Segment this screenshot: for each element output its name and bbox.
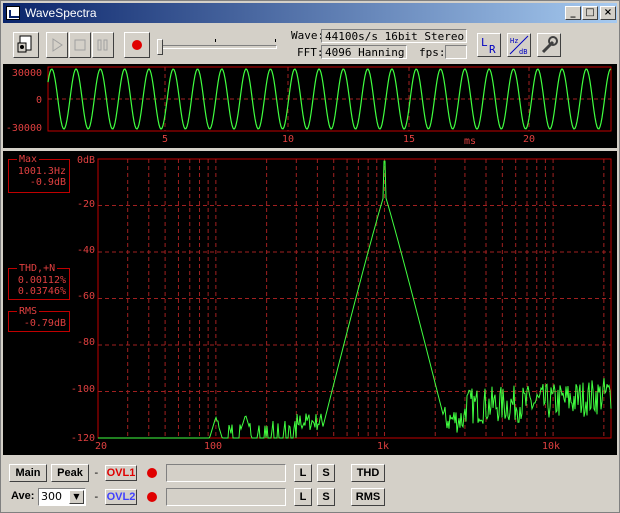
spec-x-tick: 10k [542,441,560,452]
record-icon [132,40,142,50]
spec-y-tick: -120 [71,433,95,444]
ovl1-dash: - [93,466,100,479]
lr-channel-button[interactable]: L R [477,33,501,57]
max-level: -0.9dB [29,177,66,188]
max-frequency: 1001.3Hz [17,166,66,177]
waveform-panel: 30000 0 -30000 5 10 15 20 ms [3,64,617,148]
spec-y-tick: 0dB [77,155,95,166]
rms-button[interactable]: RMS [351,488,385,506]
spec-y-tick: -40 [77,245,95,256]
play-button[interactable] [46,32,68,58]
ovl1-s-button[interactable]: S [317,464,335,482]
hz-db-icon: Hz dB [509,35,529,56]
settings-button[interactable] [537,33,561,57]
spec-x-tick: 20 [95,441,107,452]
window-title: WaveSpectra [25,6,97,20]
ovl1-l-button[interactable]: L [294,464,312,482]
play-icon [52,38,63,52]
peak-button[interactable]: Peak [51,464,89,482]
spec-y-tick: -20 [77,199,95,210]
rms-label: RMS [17,306,40,317]
ovl2-button[interactable]: OVL2 [105,489,137,505]
spec-y-tick: -100 [71,384,95,395]
ovl1-record-icon[interactable] [147,468,157,478]
wave-x-tick: 10 [282,134,294,145]
rms-value: -0.79dB [23,318,66,329]
lr-icon-l: L [481,36,488,49]
file-settings-icon [17,35,32,53]
wave-x-tick: 15 [403,134,415,145]
app-icon [6,6,20,20]
main-button[interactable]: Main [9,464,47,482]
rms-readout: RMS -0.79dB [8,306,70,332]
pause-icon [97,39,108,51]
spec-y-tick: -80 [77,337,95,348]
spec-x-tick: 1k [377,441,389,452]
record-button[interactable] [124,32,150,58]
lr-icon: L R [481,36,496,56]
wrench-icon [541,36,558,54]
wave-label: Wave: [291,29,325,42]
close-button[interactable]: × [600,6,616,20]
spec-y-tick: -60 [77,291,95,302]
ovl2-level-meter [166,488,286,506]
stop-button[interactable] [69,32,91,58]
thd-button[interactable]: THD [351,464,385,482]
fft-value: 4096 Hanning [321,45,407,59]
slider-thumb[interactable] [157,39,163,55]
ovl2-dash: - [93,490,100,503]
wave-format-value: 44100s/s 16bit Stereo [321,29,467,43]
fft-label: FFT: [297,46,324,59]
fps-value [445,45,467,59]
wave-y-tick-max: 30000 [12,68,42,79]
ovl2-record-icon[interactable] [147,492,157,502]
wave-y-tick-min: -30000 [6,123,42,134]
lr-icon-r: R [489,43,496,56]
ovl1-button[interactable]: OVL1 [105,465,137,481]
position-slider[interactable] [157,35,281,59]
max-label: Max [17,154,40,165]
ave-value: 300 [41,490,62,503]
pause-button[interactable] [92,32,114,58]
fps-label: fps: [419,46,446,59]
open-file-button[interactable] [13,32,39,58]
svg-text:Hz: Hz [510,37,518,45]
wave-x-tick: 5 [162,134,168,145]
thd-readout: THD,+N 0.00112% 0.03746% [8,263,70,300]
spectrum-trace [98,160,612,439]
title-bar[interactable]: WaveSpectra _ □ × [3,3,617,23]
ovl2-s-button[interactable]: S [317,488,335,506]
svg-text:dB: dB [519,48,527,56]
thd-label: THD,+N [17,263,58,274]
wave-x-tick: 20 [523,134,535,145]
stop-icon [74,39,86,51]
maximize-button[interactable]: □ [582,6,598,20]
minimize-button[interactable]: _ [565,6,581,20]
wave-y-tick-zero: 0 [36,95,42,106]
ave-select[interactable]: 300 ▼ [38,488,86,506]
ave-label: Ave: [11,490,35,502]
thdn-value: 0.03746% [17,286,66,297]
wave-x-unit: ms [464,136,476,147]
spectrum-plot: 0dB -20 -40 -60 -80 -100 -120 20 100 1k … [71,155,612,452]
waveform-plot: 30000 0 -30000 5 10 15 20 ms [6,66,612,147]
max-readout: Max 1001.3Hz -0.9dB [8,154,70,193]
chevron-down-icon[interactable]: ▼ [69,490,84,504]
hz-db-scale-button[interactable]: Hz dB [507,33,531,57]
thd-value: 0.00112% [17,275,66,286]
ovl1-level-meter [166,464,286,482]
spec-x-tick: 100 [204,441,222,452]
app-window: WaveSpectra _ □ × Wave: 44100s/s 16bit S… [0,0,620,513]
spectrum-panel: 0dB -20 -40 -60 -80 -100 -120 20 100 1k … [3,151,617,455]
ovl2-l-button[interactable]: L [294,488,312,506]
